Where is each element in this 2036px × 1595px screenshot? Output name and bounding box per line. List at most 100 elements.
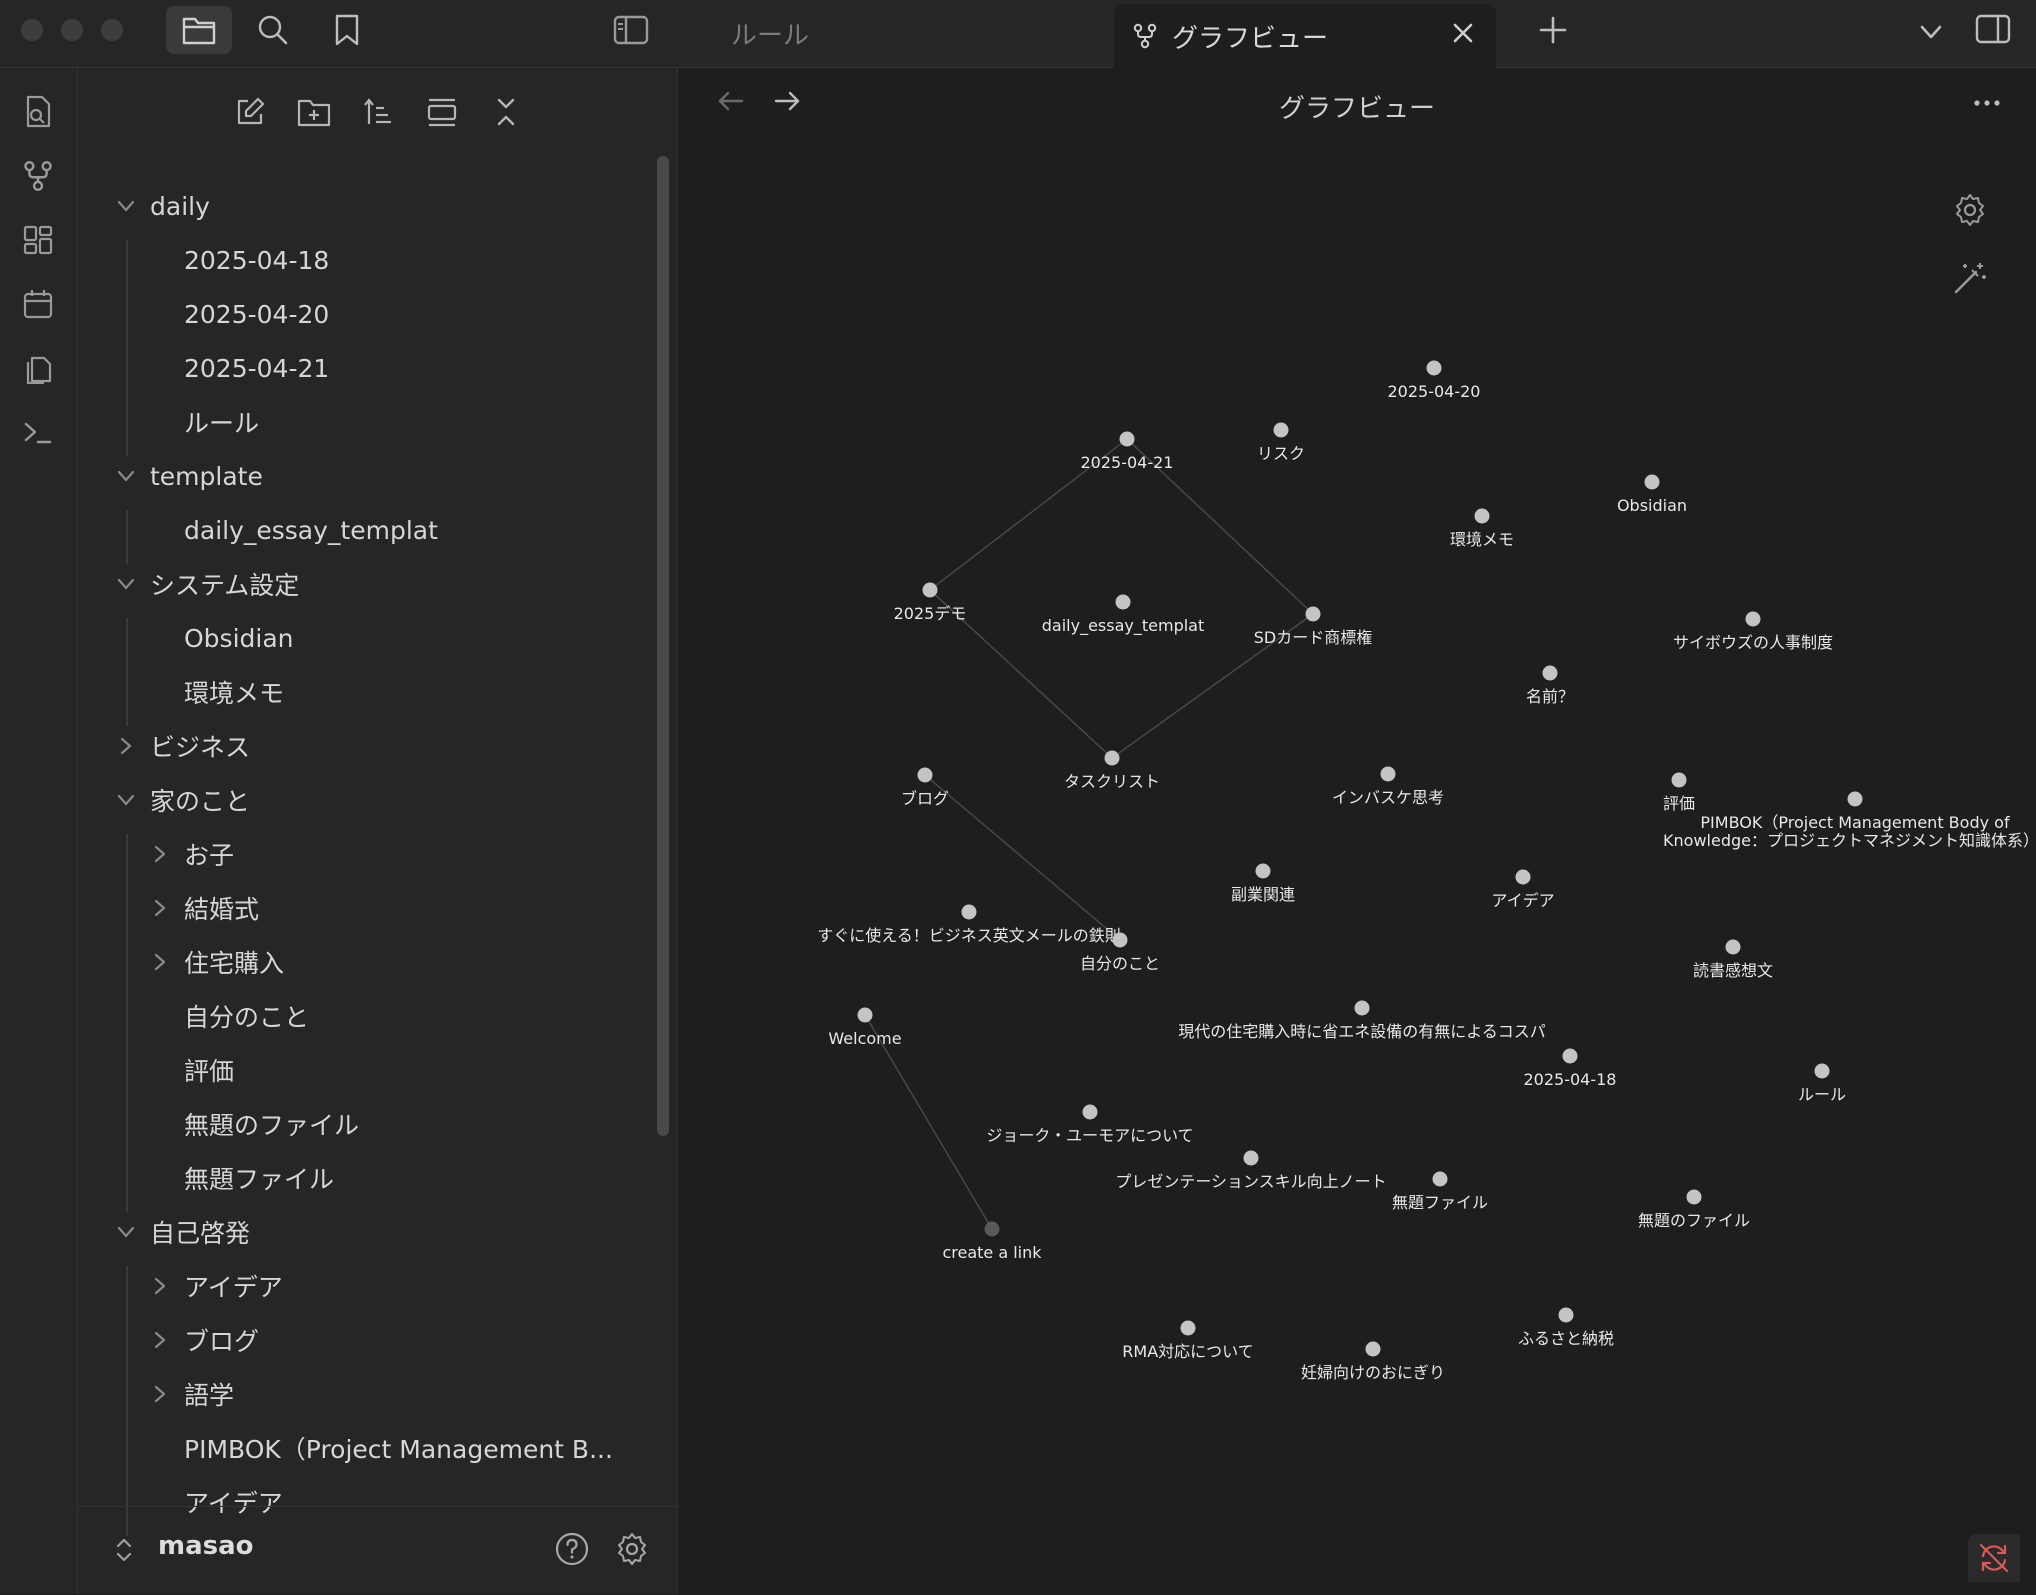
graph-node[interactable]: リスク — [1257, 422, 1305, 464]
file-item[interactable]: ルール — [184, 402, 259, 442]
graph-node-dot[interactable] — [1745, 611, 1761, 627]
folder-item[interactable]: お子 — [184, 834, 234, 874]
file-item[interactable]: 2025-04-21 — [184, 348, 329, 388]
file-item[interactable]: PIMBOK（Project Management B... — [184, 1428, 613, 1468]
graph-node[interactable]: 副業関連 — [1231, 863, 1295, 905]
chevron-right-icon[interactable] — [150, 952, 170, 972]
graph-node[interactable]: daily_essay_templat — [1042, 594, 1205, 637]
file-item[interactable]: 無題のファイル — [184, 1104, 359, 1144]
graph-node-dot[interactable] — [1671, 772, 1687, 788]
chevron-right-icon[interactable] — [116, 736, 136, 756]
new-tab-button[interactable] — [1537, 14, 1569, 46]
graph-node-dot[interactable] — [1515, 869, 1531, 885]
zoom-window-button[interactable] — [101, 19, 123, 41]
chevron-right-icon[interactable] — [150, 1384, 170, 1404]
toggle-right-sidebar-button[interactable] — [1975, 14, 2011, 44]
open-canvas-button[interactable] — [14, 216, 62, 264]
graph-node[interactable]: 評価 — [1663, 772, 1695, 814]
chevron-right-icon[interactable] — [150, 898, 170, 918]
folder-item[interactable]: 語学 — [184, 1374, 234, 1414]
graph-node-dot[interactable] — [1119, 431, 1135, 447]
folder-item[interactable]: template — [150, 456, 263, 496]
graph-node[interactable]: PIMBOK（Project Management Body ofKnowled… — [1663, 791, 2036, 851]
tab-list-button[interactable] — [1917, 18, 1945, 46]
graph-node[interactable]: 妊婦向けのおにぎり — [1301, 1341, 1445, 1383]
graph-settings-button[interactable] — [1952, 192, 1988, 228]
graph-node-dot[interactable] — [1180, 1320, 1196, 1336]
graph-node[interactable]: ジョーク・ユーモアについて — [986, 1104, 1194, 1146]
folder-item[interactable]: daily — [150, 186, 210, 226]
graph-node[interactable]: Obsidian — [1617, 474, 1687, 516]
toggle-left-sidebar-button[interactable] — [598, 6, 664, 54]
graph-node-dot[interactable] — [1562, 1048, 1578, 1064]
sync-status-button[interactable] — [1968, 1534, 2020, 1582]
file-item[interactable]: 環境メモ — [184, 672, 284, 712]
file-item[interactable]: 評価 — [184, 1050, 234, 1090]
chevron-right-icon[interactable] — [150, 844, 170, 864]
chevron-down-icon[interactable] — [116, 466, 136, 486]
graph-node[interactable]: 名前？ — [1526, 665, 1574, 707]
graph-node-dot[interactable] — [1380, 766, 1396, 782]
folder-item[interactable]: 自己啓発 — [150, 1212, 250, 1252]
chevron-down-icon[interactable] — [116, 790, 136, 810]
graph-node-dot[interactable] — [1558, 1307, 1574, 1323]
graph-node[interactable]: ルール — [1798, 1063, 1846, 1105]
file-item[interactable]: 自分のこと — [184, 996, 309, 1036]
graph-node-dot[interactable] — [1814, 1063, 1830, 1079]
file-item[interactable]: Obsidian — [184, 618, 294, 658]
graph-node-dot[interactable] — [922, 582, 938, 598]
file-tree-scrollbar[interactable] — [657, 156, 669, 1136]
graph-node-dot[interactable] — [1305, 606, 1321, 622]
insert-template-button[interactable] — [14, 344, 62, 392]
graph-node[interactable]: 無題ファイル — [1392, 1171, 1488, 1213]
open-command-palette-button[interactable] — [14, 408, 62, 456]
graph-node[interactable]: アイデア — [1491, 869, 1555, 911]
graph-node[interactable]: プレゼンテーションスキル向上ノート — [1115, 1150, 1387, 1192]
graph-node[interactable]: タスクリスト — [1064, 750, 1160, 792]
chevron-right-icon[interactable] — [150, 1276, 170, 1296]
graph-node-dot[interactable] — [1112, 932, 1128, 948]
graph-node-dot[interactable] — [1273, 422, 1289, 438]
graph-node-dot[interactable] — [1082, 1104, 1098, 1120]
graph-node[interactable]: サイボウズの人事制度 — [1673, 611, 1833, 653]
tab-rules[interactable]: ルール — [731, 0, 809, 67]
graph-node[interactable]: 2025-04-21 — [1081, 431, 1174, 473]
folder-item[interactable]: 結婚式 — [184, 888, 259, 928]
graph-node-dot[interactable] — [1243, 1150, 1259, 1166]
graph-node[interactable]: SDカード商標権 — [1254, 606, 1372, 648]
graph-node-dot[interactable] — [1725, 939, 1741, 955]
file-item[interactable]: 無題ファイル — [184, 1158, 334, 1198]
help-button[interactable] — [554, 1531, 590, 1567]
open-daily-note-button[interactable] — [14, 280, 62, 328]
animate-graph-button[interactable] — [1952, 260, 1988, 296]
graph-node-dot[interactable] — [1686, 1189, 1702, 1205]
folder-item[interactable]: ビジネス — [150, 726, 250, 766]
graph-node-dot[interactable] — [1432, 1171, 1448, 1187]
graph-node-dot[interactable] — [984, 1221, 1000, 1237]
graph-node[interactable]: インバスケ思考 — [1332, 766, 1444, 808]
tab-graph-view[interactable]: グラフビュー — [1114, 4, 1496, 68]
vault-switcher-button[interactable] — [114, 1535, 134, 1565]
graph-node-dot[interactable] — [961, 904, 977, 920]
graph-node[interactable]: 2025-04-20 — [1388, 360, 1481, 402]
file-item[interactable]: daily_essay_templat — [184, 510, 438, 550]
graph-node[interactable]: 2025-04-18 — [1524, 1048, 1617, 1090]
folder-item[interactable]: 家のこと — [150, 780, 250, 820]
graph-node[interactable]: create a link — [942, 1221, 1042, 1263]
change-sort-order-button[interactable] — [354, 88, 402, 136]
new-folder-button[interactable] — [290, 88, 338, 136]
settings-button[interactable] — [614, 1531, 650, 1567]
search-button[interactable] — [240, 6, 306, 54]
graph-node-dot[interactable] — [1354, 1000, 1370, 1016]
graph-node-dot[interactable] — [1542, 665, 1558, 681]
graph-node-dot[interactable] — [1255, 863, 1271, 879]
file-item[interactable]: 2025-04-18 — [184, 240, 329, 280]
new-note-button[interactable] — [226, 88, 274, 136]
collapse-all-button[interactable] — [482, 88, 530, 136]
folder-item[interactable]: ブログ — [184, 1320, 259, 1360]
graph-node-dot[interactable] — [1474, 508, 1490, 524]
graph-node[interactable]: 無題のファイル — [1638, 1189, 1750, 1231]
graph-node-dot[interactable] — [1104, 750, 1120, 766]
open-quick-switcher-button[interactable] — [14, 88, 62, 136]
graph-node-dot[interactable] — [1426, 360, 1442, 376]
